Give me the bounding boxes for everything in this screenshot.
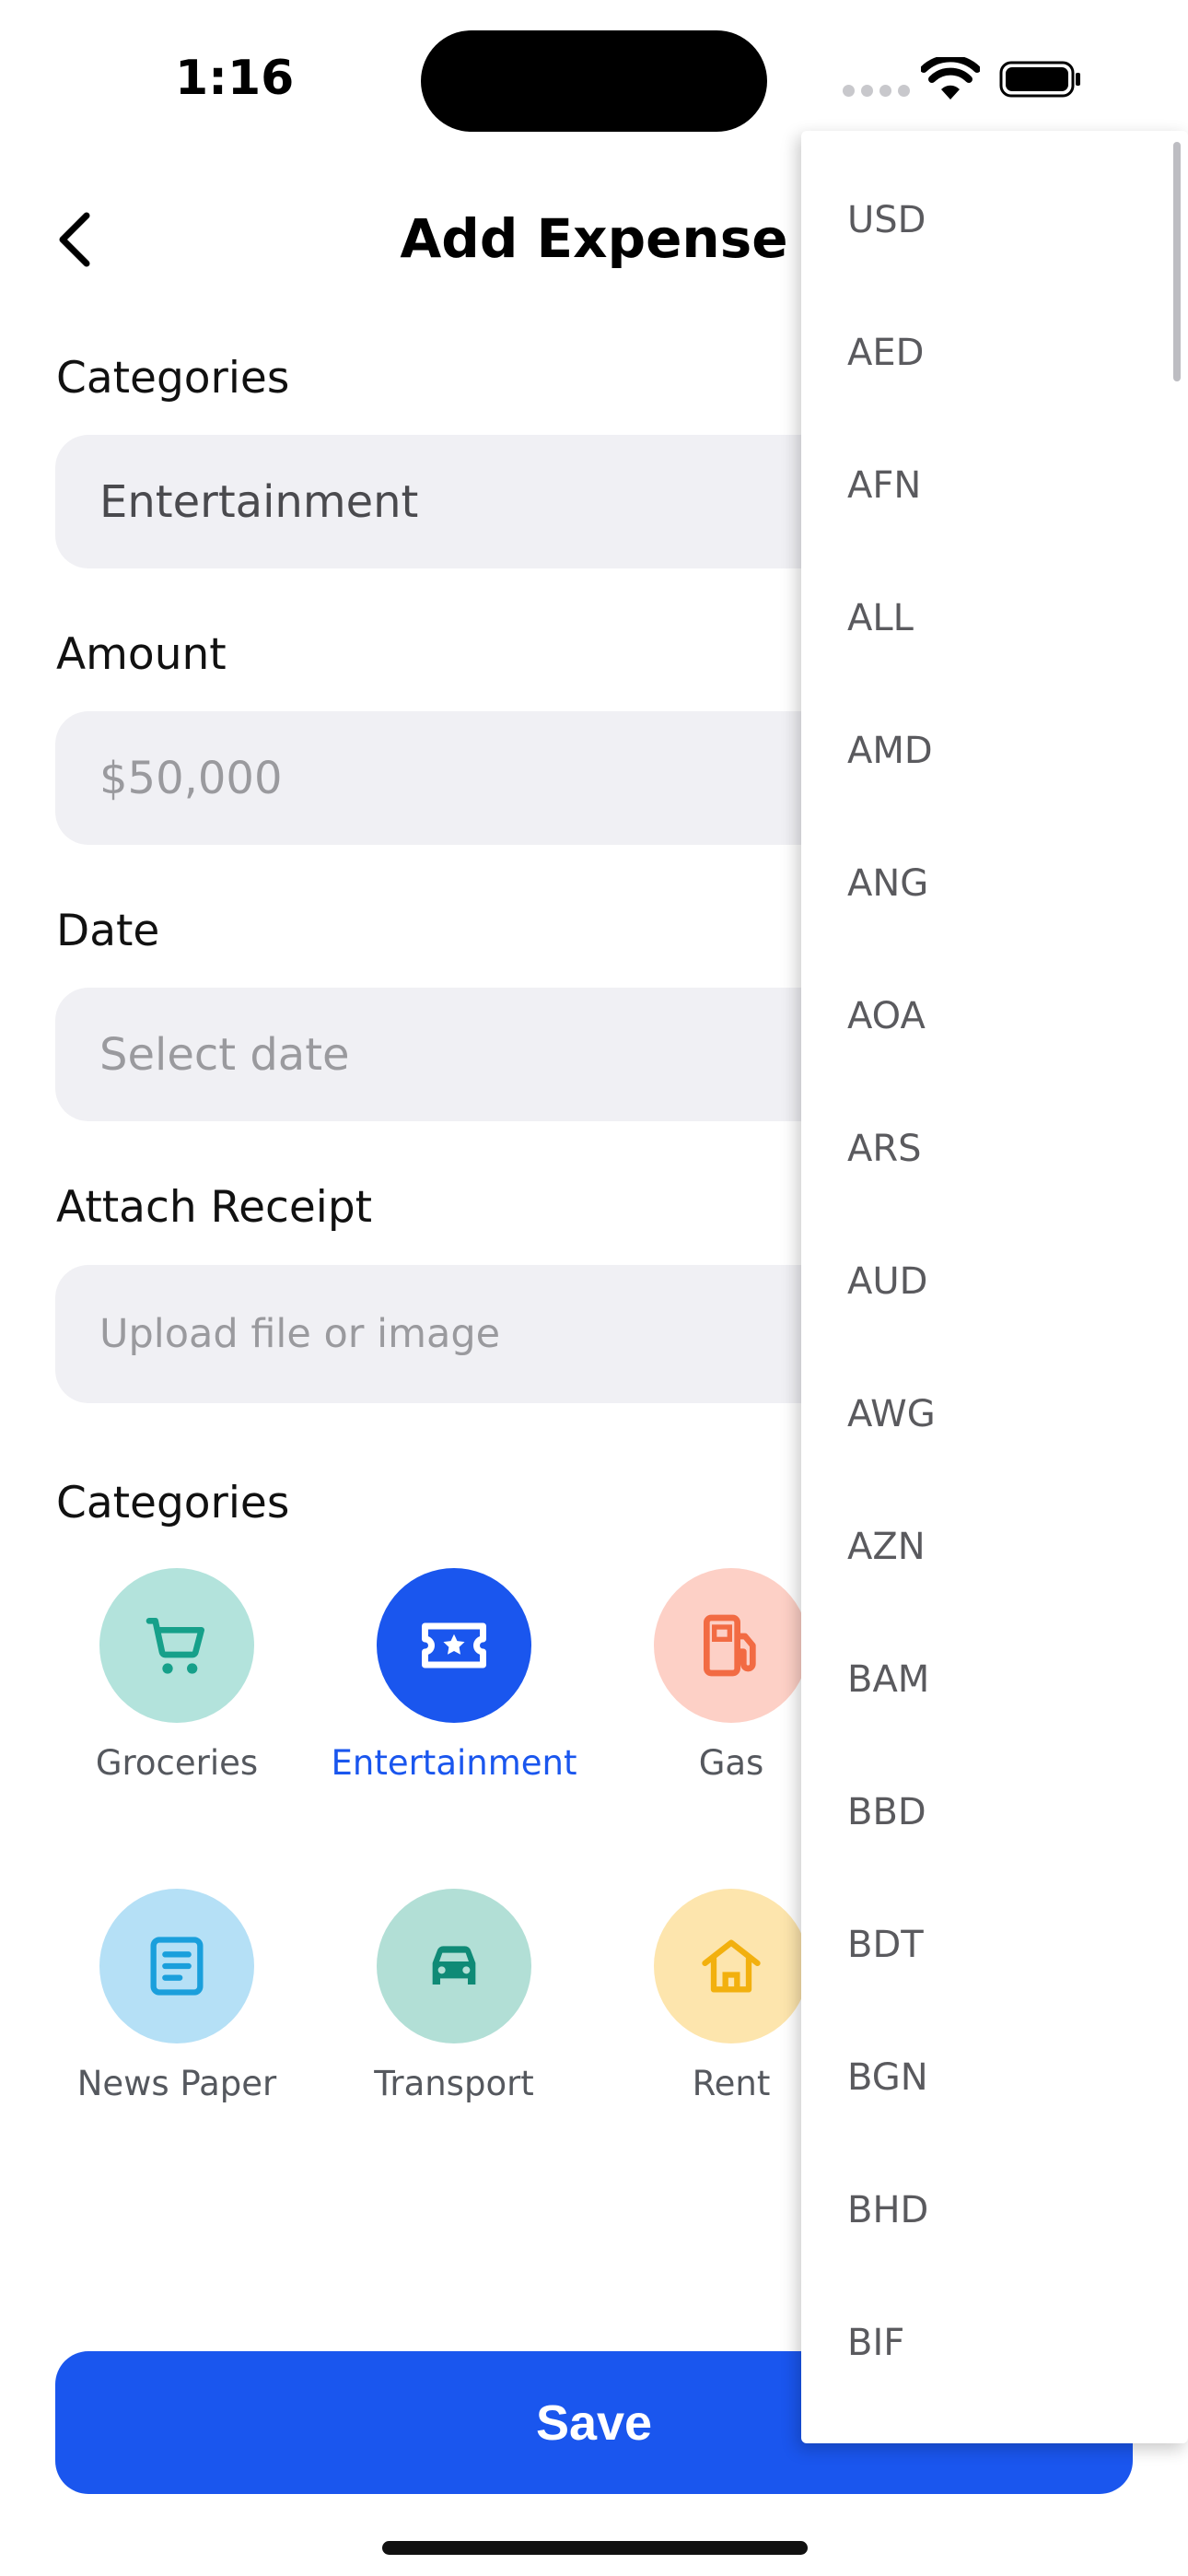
cellular-signal-icon [843, 85, 910, 97]
categories-label: Categories [56, 353, 290, 404]
currency-option-usd[interactable]: USD [801, 154, 1188, 287]
category-transport[interactable]: Transport [316, 1889, 592, 2103]
currency-option-awg[interactable]: AWG [801, 1348, 1188, 1481]
category-groceries[interactable]: Groceries [39, 1568, 315, 1783]
cart-icon [99, 1568, 254, 1723]
currency-option-azn[interactable]: AZN [801, 1481, 1188, 1613]
ticket-icon [377, 1568, 531, 1723]
category-name: Transport [374, 2064, 534, 2103]
currency-option-bhd[interactable]: BHD [801, 2144, 1188, 2277]
category-news-paper[interactable]: News Paper [39, 1889, 315, 2103]
car-icon [377, 1889, 531, 2043]
home-icon [654, 1889, 809, 2043]
currency-option-bif[interactable]: BIF [801, 2277, 1188, 2409]
currency-options-list: USD AED AFN ALL AMD ANG AOA ARS AUD AWG AZN BAM BBD B… [801, 131, 1188, 2409]
date-label: Date [56, 906, 160, 956]
categories-grid-label: Categories [56, 1478, 290, 1528]
fuel-icon [654, 1568, 809, 1723]
currency-dropdown[interactable]: USD AED AFN ALL AMD ANG AOA ARS AUD AWG AZN BAM BBD B… [801, 131, 1188, 2443]
currency-option-all[interactable]: ALL [801, 552, 1188, 685]
currency-option-afn[interactable]: AFN [801, 419, 1188, 552]
home-indicator [382, 2541, 808, 2555]
currency-option-ang[interactable]: ANG [801, 817, 1188, 950]
dynamic-island [421, 30, 767, 132]
currency-option-bgn[interactable]: BGN [801, 2011, 1188, 2144]
document-icon [99, 1889, 254, 2043]
currency-option-amd[interactable]: AMD [801, 685, 1188, 817]
wifi-icon [921, 57, 980, 100]
battery-icon [999, 61, 1080, 98]
amount-label: Amount [56, 629, 227, 680]
currency-option-bbd[interactable]: BBD [801, 1746, 1188, 1879]
currency-option-bdt[interactable]: BDT [801, 1879, 1188, 2011]
receipt-label: Attach Receipt [56, 1182, 373, 1233]
currency-option-aed[interactable]: AED [801, 287, 1188, 419]
category-name: Groceries [95, 1743, 259, 1783]
currency-option-ars[interactable]: ARS [801, 1083, 1188, 1215]
category-entertainment[interactable]: Entertainment [316, 1568, 592, 1783]
category-name: News Paper [76, 2064, 277, 2103]
currency-option-bam[interactable]: BAM [801, 1613, 1188, 1746]
dropdown-scrollbar[interactable] [1173, 142, 1181, 381]
currency-option-aud[interactable]: AUD [801, 1215, 1188, 1348]
status-time: 1:16 [175, 51, 295, 106]
category-name: Entertainment [331, 1743, 577, 1783]
currency-option-aoa[interactable]: AOA [801, 950, 1188, 1083]
